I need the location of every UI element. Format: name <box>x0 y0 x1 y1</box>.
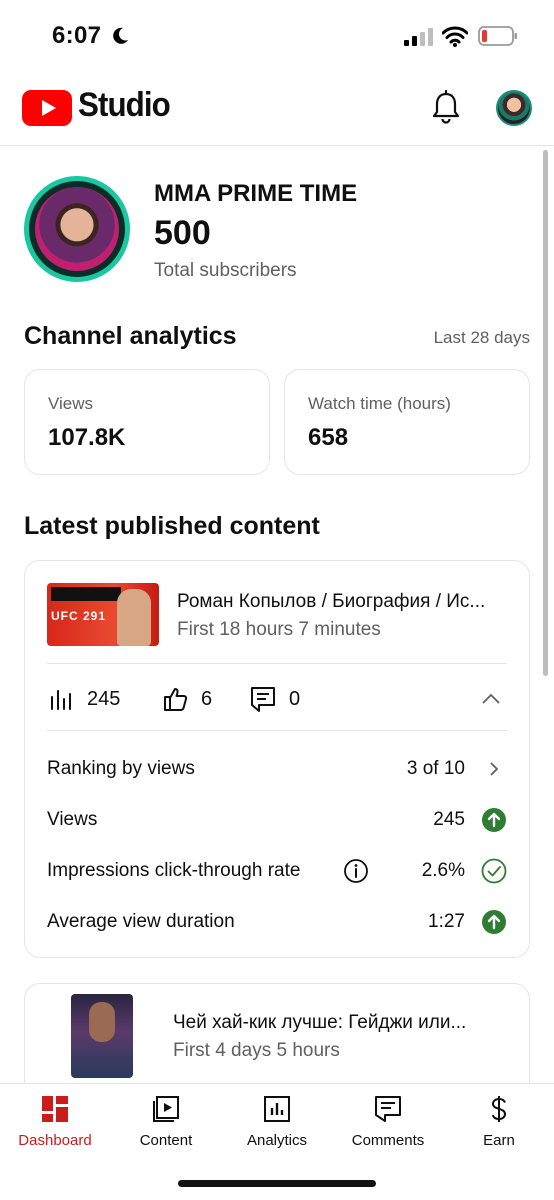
profile-avatar[interactable] <box>496 90 532 126</box>
ranking-value: 3 of 10 <box>406 758 465 779</box>
comments-icon <box>375 1096 401 1122</box>
nav-comments[interactable]: Comments <box>333 1094 443 1154</box>
home-indicator[interactable] <box>178 1180 376 1187</box>
views-row-value: 245 <box>433 809 465 830</box>
nav-label: Analytics <box>246 1132 308 1149</box>
bar-chart-icon <box>51 690 71 710</box>
likes-stat: 6 <box>161 685 212 713</box>
dashboard-icon <box>42 1096 68 1122</box>
video-thumbnail[interactable]: UFC 291 <box>47 583 159 646</box>
status-time: 6:07 <box>52 22 102 49</box>
latest-content-title: Latest published content <box>24 512 320 540</box>
arrow-up-circle-icon <box>482 910 506 934</box>
info-icon[interactable] <box>343 858 369 884</box>
nav-dashboard[interactable]: Dashboard <box>0 1094 110 1154</box>
analytics-icon <box>264 1096 290 1122</box>
watch-time-value: 658 <box>308 424 349 451</box>
comments-stat: 0 <box>249 685 300 713</box>
nav-analytics[interactable]: Analytics <box>222 1094 332 1154</box>
watch-time-card[interactable]: Watch time (hours) 658 <box>284 369 530 475</box>
subscriber-count: 500 <box>154 214 211 252</box>
video-title[interactable]: Роман Копылов / Биография / Ис... <box>177 591 517 613</box>
avg-duration-label: Average view duration <box>47 911 235 932</box>
scrollbar[interactable] <box>543 150 548 676</box>
content-icon <box>153 1096 179 1122</box>
views-card[interactable]: Views 107.8K <box>24 369 270 475</box>
signal-icon <box>404 28 433 46</box>
analytics-title: Channel analytics <box>24 322 237 350</box>
ctr-row: Impressions click-through rate 2.6% <box>47 856 507 886</box>
views-value: 107.8K <box>48 424 126 451</box>
avg-duration-row: Average view duration 1:27 <box>47 907 507 937</box>
channel-avatar[interactable] <box>24 176 130 282</box>
video-thumbnail[interactable] <box>71 994 133 1078</box>
battery-icon <box>478 26 517 46</box>
chevron-right-icon[interactable] <box>481 756 507 782</box>
ranking-row[interactable]: Ranking by views 3 of 10 <box>47 754 507 784</box>
nav-content[interactable]: Content <box>111 1094 221 1154</box>
ctr-value: 2.6% <box>421 860 465 881</box>
latest-video-card: UFC 291 Роман Копылов / Биография / Ис..… <box>24 560 530 958</box>
wifi-icon <box>442 26 468 47</box>
comment-icon <box>251 687 275 712</box>
watch-time-label: Watch time (hours) <box>308 394 451 413</box>
views-row: Views 245 <box>47 805 507 835</box>
nav-label: Earn <box>483 1132 515 1149</box>
ctr-label: Impressions click-through rate <box>47 860 301 881</box>
nav-label: Comments <box>351 1132 425 1149</box>
views-stat-value: 245 <box>87 687 121 710</box>
channel-name: MMA PRIME TIME <box>154 180 358 207</box>
subscriber-label: Total subscribers <box>154 260 297 281</box>
likes-stat-value: 6 <box>201 687 213 710</box>
moon-icon <box>113 27 128 44</box>
bell-icon[interactable] <box>430 90 462 126</box>
divider <box>47 663 507 664</box>
video-meta: First 4 days 5 hours <box>173 1040 340 1061</box>
video-title[interactable]: Чей хай-кик лучше: Гейджи или... <box>173 1012 513 1034</box>
views-row-label: Views <box>47 809 98 830</box>
video-meta: First 18 hours 7 minutes <box>177 619 381 640</box>
youtube-logo-icon[interactable] <box>22 90 72 126</box>
nav-label: Content <box>139 1132 193 1149</box>
avg-duration-value: 1:27 <box>428 911 465 932</box>
check-circle-icon <box>481 858 507 884</box>
analytics-period: Last 28 days <box>433 328 530 347</box>
divider <box>47 730 507 731</box>
ranking-label: Ranking by views <box>47 758 195 779</box>
chevron-up-icon[interactable] <box>479 687 503 711</box>
comments-stat-value: 0 <box>289 687 301 710</box>
app-name[interactable]: Studio <box>78 86 171 125</box>
views-stat: 245 <box>47 685 120 713</box>
status-bar: 6:07 <box>0 0 554 74</box>
arrow-up-circle-icon <box>482 808 506 832</box>
views-label: Views <box>48 394 94 413</box>
app-header: Studio <box>0 74 554 146</box>
nav-earn[interactable]: Earn <box>444 1094 554 1154</box>
nav-label: Dashboard <box>18 1132 92 1149</box>
thumbs-up-icon <box>164 688 188 711</box>
dollar-icon <box>491 1096 507 1122</box>
